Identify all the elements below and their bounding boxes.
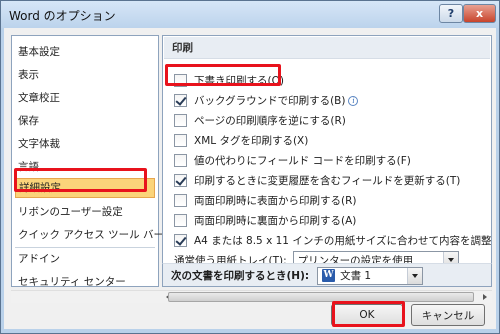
option-reverse-order[interactable]: ページの印刷順序を逆にする(R) (174, 112, 346, 129)
checkbox-scale-paper-size[interactable] (174, 234, 187, 247)
word-document-icon: W (322, 269, 336, 282)
window-title: Word のオプション (9, 9, 116, 23)
sidebar-item-trust-center[interactable]: セキュリティ センター (18, 272, 153, 292)
checkbox-print-field-codes[interactable] (174, 154, 187, 167)
option-print-field-codes[interactable]: 値の代わりにフィールド コードを印刷する(F) (174, 152, 411, 169)
scrollbar-thumb[interactable] (168, 292, 474, 302)
option-background-print[interactable]: バックグラウンドで印刷する(B) i (174, 92, 359, 109)
section-header-print-document: 次の文書を印刷するとき(H): W 文書 1 (162, 263, 492, 287)
dialog-client: 基本設定 表示 文章校正 保存 文字体裁 言語 詳細設定 リボンのユーザー設定 … (4, 28, 496, 329)
close-icon: x (475, 7, 484, 20)
option-label: バックグラウンドで印刷する(B) (194, 95, 346, 107)
sidebar-divider (15, 247, 155, 248)
sidebar-item-quick-access-toolbar[interactable]: クイック アクセス ツール バー (18, 225, 164, 245)
option-draft-print[interactable]: 下書き印刷する(Q) (174, 72, 284, 89)
checkbox-draft-print[interactable] (174, 74, 187, 87)
option-label: 印刷するときに変更履歴を含むフィールドを更新する(T) (194, 175, 461, 187)
sidebar-item-proofing[interactable]: 文章校正 (18, 88, 153, 108)
sidebar-item-addins[interactable]: アドイン (18, 249, 153, 269)
sidebar-item-general[interactable]: 基本設定 (18, 42, 153, 62)
sidebar-item-language[interactable]: 言語 (18, 157, 153, 177)
option-label: ページの印刷順序を逆にする(R) (194, 115, 346, 127)
help-button[interactable]: ? (439, 4, 463, 23)
category-sidebar: 基本設定 表示 文章校正 保存 文字体裁 言語 詳細設定 リボンのユーザー設定 … (11, 35, 164, 288)
option-scale-paper-size[interactable]: A4 または 8.5 x 11 インチの用紙サイズに合わせて内容を調整する(A (174, 232, 492, 249)
checkbox-print-xml-tags[interactable] (174, 134, 187, 147)
horizontal-scrollbar[interactable] (11, 290, 492, 303)
sidebar-item-typography[interactable]: 文字体裁 (18, 134, 153, 154)
sidebar-item-customize-ribbon[interactable]: リボンのユーザー設定 (18, 202, 153, 222)
section-header-print: 印刷 (164, 37, 490, 59)
sidebar-item-advanced[interactable]: 詳細設定 (15, 178, 155, 198)
checkbox-background-print[interactable] (174, 94, 187, 107)
print-document-label: 次の文書を印刷するとき(H): (171, 270, 310, 282)
checkbox-duplex-front[interactable] (174, 194, 187, 207)
info-icon: i (348, 95, 359, 106)
sidebar-item-save[interactable]: 保存 (18, 111, 153, 131)
print-document-select[interactable]: W 文書 1 (317, 266, 424, 285)
option-print-xml-tags[interactable]: XML タグを印刷する(X) (174, 132, 308, 149)
option-label: 両面印刷時に表面から印刷する(R) (194, 195, 357, 207)
option-label: 下書き印刷する(Q) (194, 75, 284, 87)
title-bar: Word のオプション ? x (1, 1, 499, 28)
scroll-right-arrow-icon[interactable] (478, 291, 491, 303)
print-document-row: 次の文書を印刷するとき(H): W 文書 1 (171, 266, 424, 285)
sidebar-item-display[interactable]: 表示 (18, 65, 153, 85)
print-document-value: 文書 1 (340, 270, 372, 282)
close-button[interactable]: x (463, 4, 496, 23)
chevron-down-icon (407, 267, 423, 284)
ok-button[interactable]: OK (331, 304, 403, 326)
advanced-options-panel: 印刷 下書き印刷する(Q) バックグラウンドで印刷する(B) i ページの印刷順… (162, 35, 492, 287)
cancel-button[interactable]: キャンセル (411, 304, 485, 326)
option-duplex-front[interactable]: 両面印刷時に表面から印刷する(R) (174, 192, 357, 209)
checkbox-duplex-back[interactable] (174, 214, 187, 227)
option-label: 両面印刷時に裏面から印刷する(A) (194, 215, 357, 227)
checkbox-update-tracked-fields[interactable] (174, 174, 187, 187)
checkbox-reverse-order[interactable] (174, 114, 187, 127)
word-options-dialog: Word のオプション ? x 基本設定 表示 文章校正 保存 文字体裁 言語 … (0, 0, 500, 334)
option-duplex-back[interactable]: 両面印刷時に裏面から印刷する(A) (174, 212, 356, 229)
option-label: A4 または 8.5 x 11 インチの用紙サイズに合わせて内容を調整する(A (194, 235, 492, 247)
help-icon: ? (447, 7, 455, 20)
option-label: XML タグを印刷する(X) (194, 135, 309, 147)
option-update-tracked-fields[interactable]: 印刷するときに変更履歴を含むフィールドを更新する(T) (174, 172, 460, 189)
option-label: 値の代わりにフィールド コードを印刷する(F) (194, 155, 411, 167)
